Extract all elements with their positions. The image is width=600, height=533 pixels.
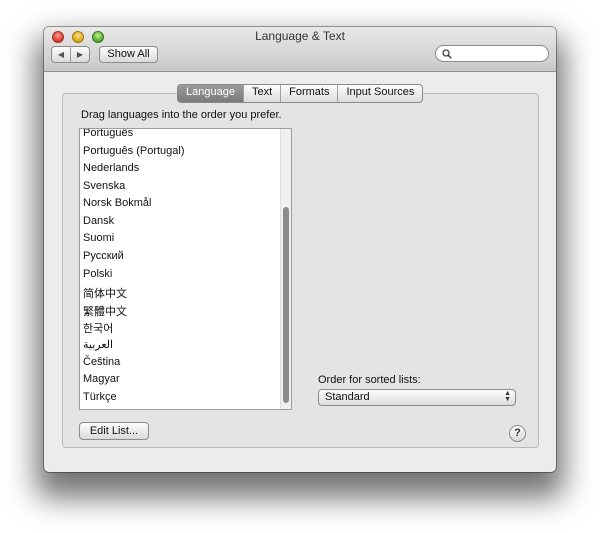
- scrollbar-thumb[interactable]: [283, 207, 289, 403]
- list-item[interactable]: العربية: [83, 338, 113, 351]
- tab-input-sources[interactable]: Input Sources: [338, 85, 422, 102]
- show-all-button[interactable]: Show All: [99, 46, 158, 63]
- list-item[interactable]: Suomi: [83, 232, 114, 244]
- title-bar: Language & Text ◀ ▶ Show All: [44, 27, 556, 72]
- list-item[interactable]: Português: [83, 129, 133, 139]
- instruction-text: Drag languages into the order you prefer…: [81, 109, 282, 121]
- back-forward-group: ◀ ▶: [51, 46, 90, 63]
- sort-order-select[interactable]: Standard ▲ ▼: [318, 389, 516, 406]
- magnifier-icon: [442, 49, 452, 59]
- up-down-arrows-icon: ▲ ▼: [504, 390, 511, 403]
- triangle-right-icon: ▶: [76, 50, 84, 59]
- list-item[interactable]: Polski: [83, 268, 112, 280]
- triangle-left-icon: ◀: [57, 50, 65, 59]
- list-item[interactable]: 한국어: [83, 320, 113, 336]
- list-item[interactable]: Nederlands: [83, 162, 139, 174]
- list-item[interactable]: Magyar: [83, 373, 120, 385]
- edit-list-button[interactable]: Edit List...: [79, 422, 149, 440]
- list-item[interactable]: Svenska: [83, 180, 125, 192]
- sort-order-value: Standard: [325, 391, 370, 403]
- list-item[interactable]: Türkçe: [83, 391, 117, 403]
- forward-button[interactable]: ▶: [71, 47, 89, 62]
- tab-bar: Language Text Formats Input Sources: [177, 84, 424, 103]
- tab-text[interactable]: Text: [244, 85, 282, 102]
- list-scrollbar[interactable]: [280, 129, 291, 409]
- list-item[interactable]: 繁體中文: [83, 303, 127, 319]
- preferences-window: Language & Text ◀ ▶ Show All Language Te…: [44, 27, 556, 472]
- language-list[interactable]: Português Português (Portugal) Nederland…: [79, 128, 292, 410]
- help-button[interactable]: ?: [509, 425, 526, 442]
- tab-formats[interactable]: Formats: [281, 85, 339, 102]
- order-label: Order for sorted lists:: [318, 374, 421, 386]
- search-input[interactable]: [435, 45, 549, 62]
- tab-language[interactable]: Language: [178, 85, 244, 102]
- window-title: Language & Text: [255, 29, 345, 43]
- list-item[interactable]: Čeština: [83, 356, 120, 368]
- list-item[interactable]: Dansk: [83, 215, 114, 227]
- list-item[interactable]: 简体中文: [83, 285, 127, 301]
- list-item[interactable]: Русский: [83, 250, 124, 262]
- list-item[interactable]: Norsk Bokmål: [83, 197, 151, 209]
- back-button[interactable]: ◀: [52, 47, 71, 62]
- list-item[interactable]: Português (Portugal): [83, 145, 185, 157]
